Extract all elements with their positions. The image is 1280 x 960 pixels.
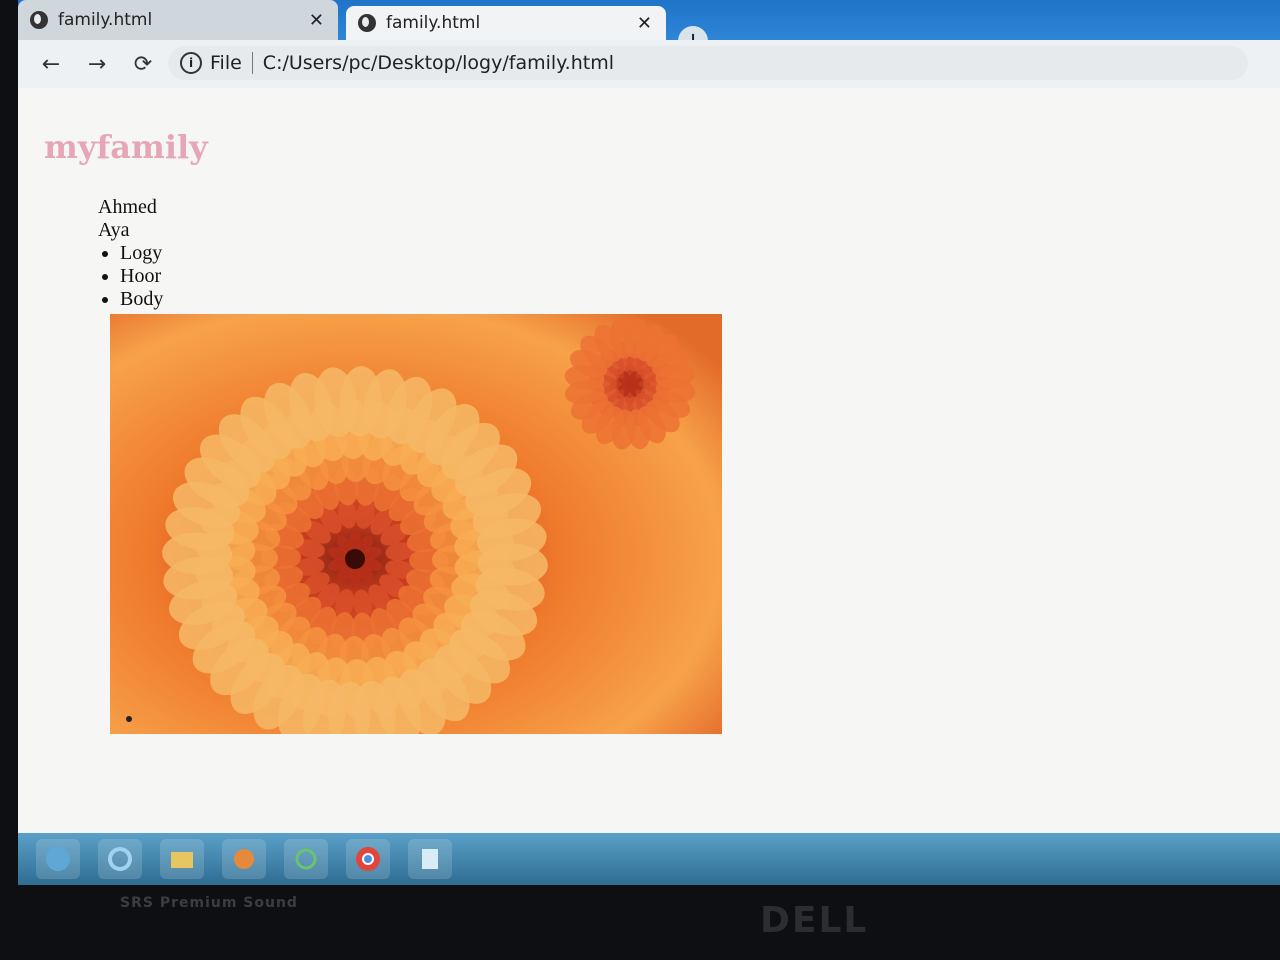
- notepad-icon[interactable]: [408, 839, 452, 879]
- scheme-label: File: [210, 52, 242, 74]
- folder-icon[interactable]: [160, 839, 204, 879]
- list-item: Body: [120, 288, 163, 311]
- close-icon[interactable]: ✕: [309, 10, 324, 31]
- chrome-icon[interactable]: [346, 839, 390, 879]
- bulleted-list: Logy Hoor Body: [98, 242, 163, 311]
- list-item: Logy: [120, 242, 163, 265]
- dell-logo: DELL: [760, 900, 869, 941]
- back-arrow-icon[interactable]: ←: [38, 52, 64, 77]
- tab-title: family.html: [386, 13, 481, 33]
- windows-taskbar: [18, 833, 1280, 885]
- bullet-dot: [126, 716, 132, 722]
- tab-active[interactable]: family.html ✕: [346, 6, 666, 40]
- address-divider: [251, 52, 253, 74]
- chrysanthemum-illustration: [110, 314, 722, 734]
- close-icon[interactable]: ✕: [637, 13, 652, 34]
- address-bar[interactable]: i File C:/Users/pc/Desktop/logy/family.h…: [168, 46, 1248, 80]
- reload-icon[interactable]: ⟳: [130, 52, 156, 77]
- sound-label: SRS Premium Sound: [120, 895, 298, 911]
- tab-title: family.html: [58, 10, 153, 30]
- media-player-icon[interactable]: [222, 839, 266, 879]
- flower-image: [110, 314, 722, 734]
- url-text[interactable]: C:/Users/pc/Desktop/logy/family.html: [263, 52, 614, 74]
- browser-toolbar: ← → ⟳ i File C:/Users/pc/Desktop/logy/fa…: [18, 40, 1280, 88]
- page-content: myfamily Ahmed Aya Logy Hoor Body: [18, 88, 1280, 833]
- page-heading: myfamily: [44, 128, 208, 166]
- tab-inactive[interactable]: family.html ✕: [18, 0, 338, 40]
- globe-icon: [358, 14, 376, 32]
- monitor-screen: family.html ✕ family.html ✕ + ← → ⟳ i Fi…: [18, 0, 1280, 885]
- internet-explorer-icon[interactable]: [98, 839, 142, 879]
- family-list: Ahmed Aya Logy Hoor Body: [98, 196, 163, 311]
- start-orb-icon[interactable]: [36, 839, 80, 879]
- name-item: Aya: [98, 219, 130, 241]
- name-item: Ahmed: [98, 196, 157, 218]
- globe-icon: [30, 11, 48, 29]
- list-item: Hoor: [120, 265, 163, 288]
- tab-strip: family.html ✕ family.html ✕ +: [18, 0, 1280, 56]
- forward-arrow-icon[interactable]: →: [84, 52, 110, 77]
- info-icon[interactable]: i: [180, 52, 202, 74]
- sync-icon[interactable]: [284, 839, 328, 879]
